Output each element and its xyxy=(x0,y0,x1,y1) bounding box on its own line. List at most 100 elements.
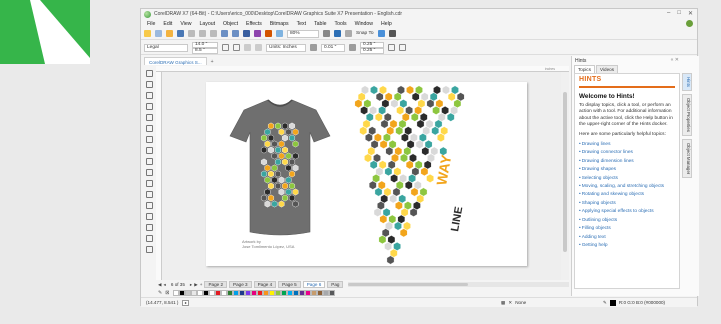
next-page-icon[interactable]: ▸ xyxy=(190,282,192,288)
page-tab[interactable]: Page 5 xyxy=(278,281,301,288)
paste-icon[interactable] xyxy=(210,30,217,37)
hint-topic-link[interactable]: Drawing shapes xyxy=(579,166,675,174)
document-tab[interactable]: CorelDRAW Graphics S... xyxy=(144,57,207,65)
page-tab-active[interactable]: Page 6 xyxy=(302,281,326,288)
docker-menu-icon[interactable]: « xyxy=(671,57,674,63)
landscape-icon[interactable] xyxy=(233,44,240,51)
new-document-icon[interactable] xyxy=(155,30,162,37)
hint-topic-link[interactable]: Filling objects xyxy=(579,225,675,233)
text-tool-icon[interactable] xyxy=(145,169,153,176)
full-screen-preview-icon[interactable] xyxy=(323,30,330,37)
redo-icon[interactable] xyxy=(232,30,239,37)
import-icon[interactable] xyxy=(243,30,250,37)
options-gear-icon[interactable] xyxy=(377,30,385,37)
color-swatch[interactable] xyxy=(329,289,336,296)
drop-shadow-tool-icon[interactable] xyxy=(145,202,153,209)
hint-topic-link[interactable]: Getting help xyxy=(579,242,675,250)
menu-table[interactable]: Table xyxy=(314,21,326,27)
nudge-distance-field[interactable]: 0.01 " xyxy=(321,43,345,52)
menu-text[interactable]: Text xyxy=(297,21,307,27)
minimize-button[interactable]: – xyxy=(667,10,670,17)
snap-to-dropdown[interactable]: Snap To xyxy=(356,31,374,36)
horizontal-scrollbar[interactable] xyxy=(348,282,569,287)
vertical-scroll-thumb[interactable] xyxy=(563,92,567,252)
hint-topic-link[interactable]: Adding text xyxy=(579,234,675,242)
page-tab[interactable]: Pag xyxy=(327,281,344,288)
menu-edit[interactable]: Edit xyxy=(163,21,172,27)
polygon-tool-icon[interactable] xyxy=(145,158,153,165)
hint-topic-link[interactable]: Shaping objects xyxy=(579,200,675,208)
page-tab[interactable]: Page 4 xyxy=(253,281,277,288)
units-select[interactable]: Units: Inches xyxy=(266,43,306,52)
menu-object[interactable]: Object xyxy=(223,21,238,27)
page-options-icon[interactable] xyxy=(388,44,395,51)
save-icon[interactable] xyxy=(177,30,184,37)
palette-eyedropper-icon[interactable]: ✎ xyxy=(158,290,162,296)
menu-file[interactable]: File xyxy=(147,21,155,27)
document-page[interactable]: WAY LINE Artwork by Jose Tomlimento Lópe… xyxy=(206,82,527,266)
smart-fill-tool-icon[interactable] xyxy=(145,246,153,253)
page-size-select[interactable]: Legal xyxy=(144,43,188,52)
hint-topic-link[interactable]: Applying special effects to objects xyxy=(579,208,675,216)
open-folder-icon[interactable] xyxy=(166,30,173,37)
new-tab-plus-icon[interactable]: + xyxy=(211,59,214,65)
publish-pdf-icon[interactable] xyxy=(265,30,272,37)
ellipse-tool-icon[interactable] xyxy=(145,147,153,154)
menu-window[interactable]: Window xyxy=(355,21,373,27)
quick-customize-icon[interactable] xyxy=(388,30,396,37)
menu-effects[interactable]: Effects xyxy=(246,21,262,27)
color-eyedropper-tool-icon[interactable] xyxy=(145,224,153,231)
menu-bitmaps[interactable]: Bitmaps xyxy=(270,21,289,27)
export-icon[interactable] xyxy=(254,30,261,37)
previous-page-icon[interactable]: ◂ xyxy=(164,282,166,288)
undo-icon[interactable] xyxy=(221,30,228,37)
hint-topic-link[interactable]: Rotating and skewing objects xyxy=(579,191,675,199)
current-page-icon[interactable] xyxy=(255,44,262,51)
interactive-fill-tool-icon[interactable] xyxy=(145,235,153,242)
vertical-scrollbar[interactable] xyxy=(561,72,569,280)
last-page-icon[interactable]: ▶ xyxy=(194,282,198,288)
page-tab[interactable]: Page 2 xyxy=(204,281,228,288)
outline-color-swatch[interactable] xyxy=(609,299,616,306)
side-tab-object-manager[interactable]: Object Manager xyxy=(682,138,692,179)
portrait-icon[interactable] xyxy=(222,44,229,51)
hint-topic-link[interactable]: Moving, scaling, and stretching objects xyxy=(579,183,675,191)
rectangle-tool-icon[interactable] xyxy=(145,136,153,143)
tab-videos[interactable]: Videos xyxy=(596,65,618,73)
menu-tools[interactable]: Tools xyxy=(334,21,346,27)
welcome-screen-icon[interactable] xyxy=(144,30,151,37)
coordinates-toggle-button[interactable]: ▸ xyxy=(182,299,190,306)
parallel-dimension-tool-icon[interactable] xyxy=(145,180,153,187)
no-color-icon[interactable]: ⊠ xyxy=(165,290,169,296)
menu-view[interactable]: View xyxy=(180,21,191,27)
first-page-icon[interactable]: ◀ xyxy=(158,282,162,288)
copy-icon[interactable] xyxy=(199,30,206,37)
freehand-tool-icon[interactable] xyxy=(145,114,153,121)
outline-pen-icon[interactable]: ✎ xyxy=(603,300,607,306)
launch-application-icon[interactable] xyxy=(276,30,283,37)
all-pages-icon[interactable] xyxy=(244,44,251,51)
hint-topic-link[interactable]: Selecting objects xyxy=(579,175,675,183)
page-height-field[interactable]: 8.5 " xyxy=(192,47,218,54)
pick-tool-icon[interactable] xyxy=(145,70,153,77)
maximize-button[interactable]: □ xyxy=(677,10,681,17)
add-page-icon[interactable]: + xyxy=(200,282,203,287)
side-tab-object-properties[interactable]: Object Properties xyxy=(682,94,692,136)
close-button[interactable]: ✕ xyxy=(688,10,693,17)
user-account-icon[interactable] xyxy=(686,20,693,27)
artistic-media-tool-icon[interactable] xyxy=(145,125,153,132)
hint-topic-link[interactable]: Drawing connector lines xyxy=(579,149,675,157)
zoom-tool-icon[interactable] xyxy=(145,103,153,110)
fill-icon[interactable]: ▩ xyxy=(501,300,505,306)
show-grid-icon[interactable] xyxy=(345,30,352,37)
connector-tool-icon[interactable] xyxy=(145,191,153,198)
show-rulers-icon[interactable] xyxy=(334,30,341,37)
add-page-frame-icon[interactable] xyxy=(399,44,406,51)
page-tab[interactable]: Page 3 xyxy=(229,281,252,288)
cut-icon[interactable] xyxy=(188,30,195,37)
side-tab-hints[interactable]: Hints xyxy=(682,73,692,92)
tab-topics[interactable]: Topics xyxy=(574,65,596,73)
docker-close-icon[interactable]: ✕ xyxy=(675,57,679,63)
horizontal-scroll-thumb[interactable] xyxy=(348,283,469,286)
shape-tool-icon[interactable] xyxy=(145,81,153,88)
